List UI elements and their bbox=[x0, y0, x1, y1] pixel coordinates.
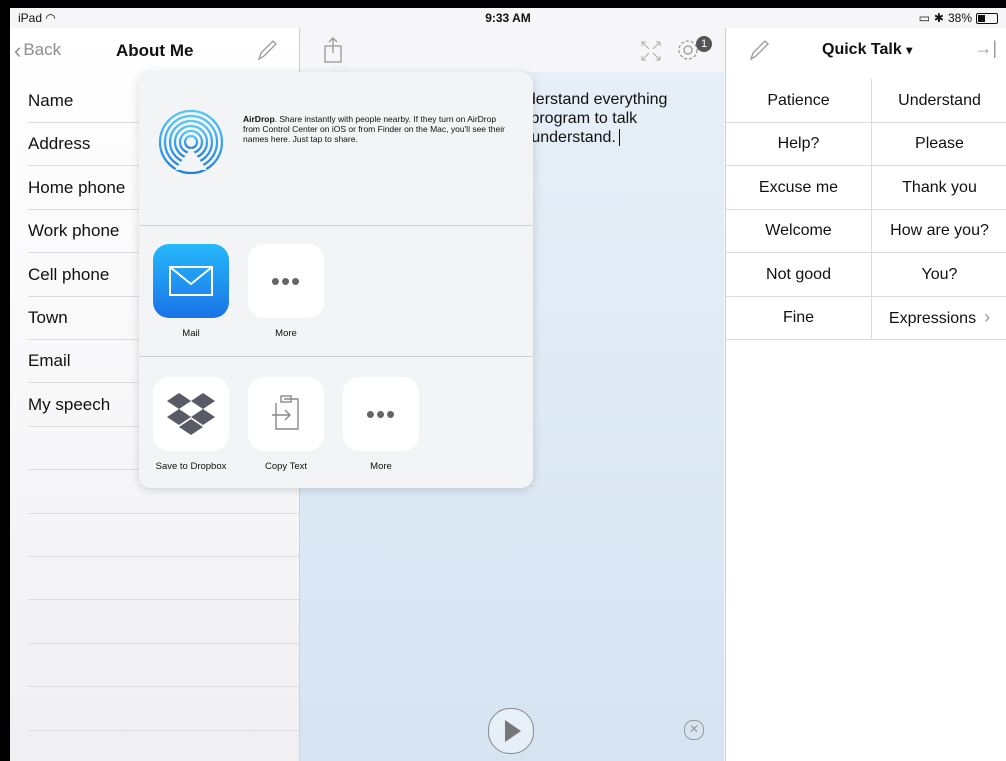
quick-phrase-label: Expressions bbox=[888, 310, 977, 327]
edit-pencil-icon[interactable] bbox=[256, 38, 278, 62]
empty-row bbox=[28, 513, 299, 557]
quick-phrase-cell[interactable]: Fine bbox=[726, 296, 872, 340]
status-right: ▭ ✱ 38% bbox=[919, 11, 998, 25]
screen-mirror-icon: ▭ bbox=[918, 11, 930, 25]
quick-phrase-label: Thank you bbox=[902, 178, 977, 196]
text-cursor bbox=[618, 129, 620, 147]
quick-phrase-label: Understand bbox=[898, 92, 981, 109]
share-sheet: AirDrop. Share instantly with people nea… bbox=[139, 72, 533, 488]
quick-phrase-label: How are you? bbox=[890, 222, 989, 240]
quick-phrase-label: Please bbox=[915, 135, 964, 153]
battery-percent: 38% bbox=[947, 11, 972, 25]
mail-app-button[interactable]: Mail bbox=[153, 244, 229, 339]
copy-text-label: Copy Text bbox=[264, 461, 308, 472]
quick-phrase-label: Patience bbox=[767, 92, 830, 109]
quick-phrase-cell[interactable]: Understand bbox=[872, 79, 1006, 123]
airdrop-title: AirDrop bbox=[243, 114, 275, 124]
quick-phrase-cell[interactable]: How are you? bbox=[872, 209, 1006, 254]
more-icon: ••• bbox=[248, 244, 324, 318]
empty-row bbox=[28, 600, 299, 644]
back-label: Back bbox=[23, 40, 62, 59]
quick-phrase-label: You? bbox=[921, 265, 958, 283]
copy-text-button[interactable]: Copy Text bbox=[248, 377, 324, 472]
more-actions-button[interactable]: ••• More bbox=[343, 377, 419, 472]
chevron-left-icon: ‹ bbox=[14, 37, 22, 63]
quick-phrase-label: Fine bbox=[782, 309, 815, 326]
copy-text-icon bbox=[248, 377, 324, 451]
quick-talk-title[interactable]: Quick Talk ▾ bbox=[822, 41, 912, 59]
empty-row bbox=[28, 556, 299, 601]
text-line: nderstand everything bbox=[518, 91, 668, 108]
share-actions-row: Save to Dropbox Copy Text ••• More bbox=[139, 357, 533, 487]
dropdown-caret-icon: ▾ bbox=[906, 43, 913, 57]
more-actions-label: More bbox=[370, 461, 392, 472]
quick-talk-pane: Quick Talk ▾ →| Patience Understand Help? P… bbox=[725, 28, 1006, 761]
mail-icon bbox=[153, 244, 229, 318]
ipad-screen: iPad ◠ 9:33 AM ▭ ✱ 38% ‹ Back About Me N… bbox=[10, 8, 1006, 761]
quick-phrase-cell[interactable]: Thank you bbox=[872, 166, 1006, 210]
quick-phrase-cell[interactable]: Welcome bbox=[726, 209, 872, 254]
quick-phrase-cell[interactable]: Please bbox=[872, 122, 1006, 167]
quick-phrase-cell[interactable]: You? bbox=[872, 253, 1006, 297]
save-to-dropbox-label: Save to Dropbox bbox=[155, 461, 227, 472]
quick-phrase-label: Excuse me bbox=[758, 178, 839, 196]
battery-icon bbox=[976, 12, 998, 24]
expand-icon[interactable] bbox=[640, 40, 662, 62]
status-time: 9:33 AM bbox=[485, 11, 531, 25]
empty-row bbox=[28, 687, 299, 731]
play-button[interactable] bbox=[488, 708, 534, 754]
airdrop-description: AirDrop. Share instantly with people nea… bbox=[243, 114, 505, 144]
speech-text[interactable]: nderstand everything s program to talk o… bbox=[518, 90, 718, 147]
empty-row bbox=[28, 643, 299, 688]
notification-badge: 1 bbox=[696, 36, 712, 52]
quick-phrase-label: Not good bbox=[766, 265, 831, 283]
more-label: More bbox=[275, 328, 297, 339]
quick-phrase-cell[interactable]: Expressions › bbox=[872, 296, 1006, 340]
clear-icon[interactable]: ✕ bbox=[684, 720, 704, 740]
dropbox-icon bbox=[153, 377, 229, 451]
about-me-nav: ‹ Back About Me bbox=[10, 28, 299, 72]
quick-phrase-cell[interactable]: Not good bbox=[726, 252, 872, 297]
mail-label: Mail bbox=[182, 328, 200, 339]
text-line: s program to talk bbox=[518, 110, 638, 127]
page-title: About Me bbox=[116, 41, 194, 60]
quick-phrase-cell[interactable]: Help? bbox=[726, 122, 872, 167]
share-apps-row: Mail ••• More bbox=[139, 226, 533, 357]
edit-pencil-icon[interactable] bbox=[748, 38, 770, 62]
collapse-arrow-icon[interactable]: →| bbox=[974, 38, 997, 59]
quick-phrase-cell[interactable]: Excuse me bbox=[726, 165, 872, 210]
status-bar: iPad ◠ 9:33 AM ▭ ✱ 38% bbox=[10, 8, 1006, 28]
save-to-dropbox-button[interactable]: Save to Dropbox bbox=[153, 377, 229, 472]
back-button[interactable]: ‹ Back bbox=[14, 37, 62, 63]
quick-phrase-label: Help? bbox=[777, 135, 820, 153]
more-icon: ••• bbox=[343, 377, 419, 451]
quick-talk-nav: Quick Talk ▾ →| bbox=[726, 28, 1006, 72]
empty-row bbox=[28, 730, 299, 761]
more-apps-button[interactable]: ••• More bbox=[248, 244, 324, 339]
quick-phrase-cell[interactable]: Patience bbox=[726, 79, 872, 123]
text-line: o understand. bbox=[518, 128, 718, 147]
airdrop-icon bbox=[158, 109, 224, 175]
share-icon[interactable] bbox=[322, 36, 344, 64]
quick-phrase-label: Welcome bbox=[765, 222, 832, 240]
editor-toolbar: 1 bbox=[300, 28, 724, 72]
chevron-right-icon: › bbox=[984, 307, 991, 327]
airdrop-section: AirDrop. Share instantly with people nea… bbox=[139, 72, 533, 226]
bluetooth-icon: ✱ bbox=[933, 11, 944, 25]
